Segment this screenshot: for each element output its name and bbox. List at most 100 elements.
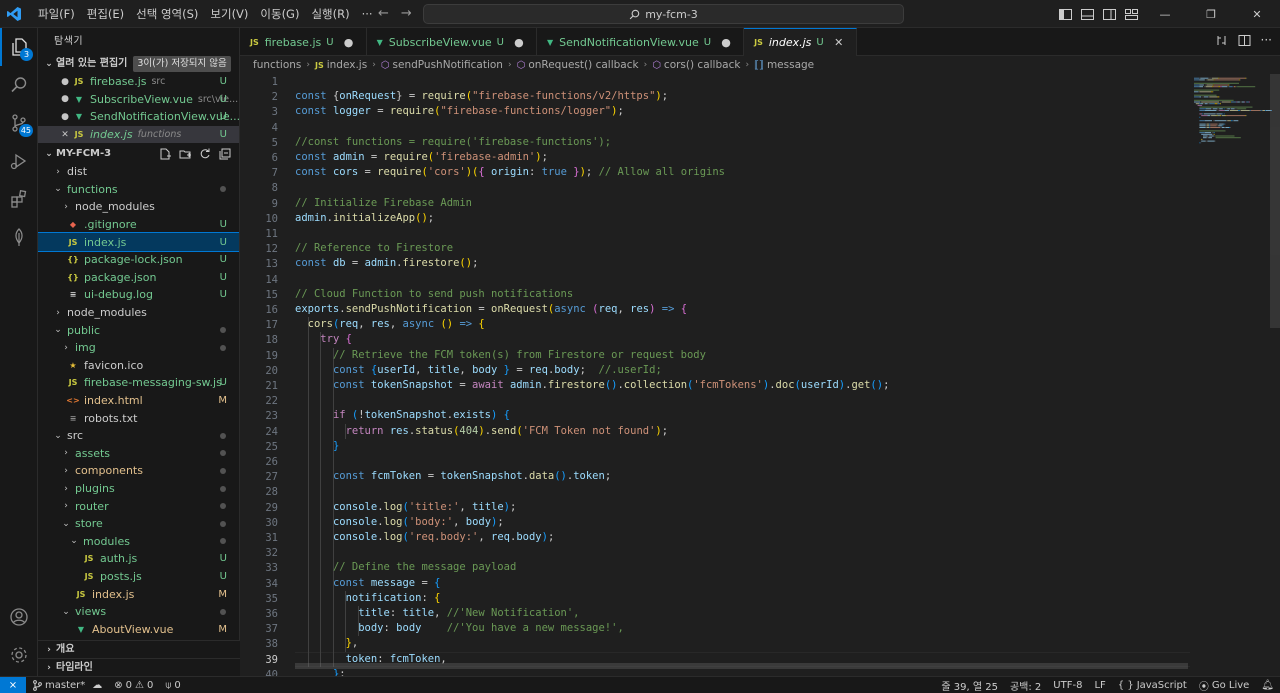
- toggle-panel-icon[interactable]: [1076, 0, 1098, 28]
- new-folder-icon[interactable]: [177, 145, 193, 163]
- tree-file[interactable]: <> index.html M: [38, 392, 239, 410]
- menu-selection[interactable]: 선택 영역(S): [130, 0, 204, 28]
- tree-file[interactable]: ≡ ui-debug.log U: [38, 286, 239, 304]
- tree-folder[interactable]: ⌄ modules: [38, 533, 239, 551]
- tree-file[interactable]: JS index.js M: [38, 585, 239, 603]
- breadcrumb-item[interactable]: functions: [253, 59, 301, 71]
- tree-folder[interactable]: › router: [38, 497, 239, 515]
- minimize-button[interactable]: —: [1142, 0, 1188, 28]
- timeline-section[interactable]: › 타임라인: [38, 658, 240, 676]
- tree-folder[interactable]: ⌄ src: [38, 427, 239, 445]
- minimap[interactable]: [1192, 74, 1279, 154]
- tree-file[interactable]: JS firebase-messaging-sw.js U: [38, 374, 239, 392]
- tree-folder[interactable]: ⌄ store: [38, 515, 239, 533]
- dirty-dot-icon[interactable]: ●: [58, 94, 72, 104]
- tree-folder[interactable]: › assets: [38, 445, 239, 463]
- toggle-primary-sidebar-icon[interactable]: [1054, 0, 1076, 28]
- open-editor-item[interactable]: ● JS firebase.js src U: [38, 73, 239, 91]
- outline-section[interactable]: › 개요: [38, 640, 240, 658]
- end-of-line[interactable]: LF: [1088, 680, 1111, 691]
- go-live-button[interactable]: ⦿ Go Live: [1193, 678, 1255, 693]
- search-activity[interactable]: [0, 66, 38, 104]
- editor-tab[interactable]: JS firebase.js U ●: [240, 28, 367, 56]
- menu-edit[interactable]: 편집(E): [81, 0, 130, 28]
- command-center[interactable]: my-fcm-3: [423, 4, 904, 24]
- close-icon[interactable]: ✕: [832, 36, 846, 49]
- open-editor-item[interactable]: ● ▼ SendNotificationView.vue... U: [38, 108, 239, 126]
- tree-file[interactable]: ▼ AboutView.vue M: [38, 621, 239, 639]
- tree-file[interactable]: JS index.js U: [38, 232, 239, 252]
- close-window-button[interactable]: ✕: [1234, 0, 1280, 28]
- close-icon[interactable]: ✕: [58, 130, 72, 140]
- open-editors-header[interactable]: ⌄ 열려 있는 편집기 3이(가) 저장되지 않음: [38, 55, 239, 73]
- ports-indicator[interactable]: ⍦ 0: [159, 680, 186, 691]
- tree-file[interactable]: {} package.json U: [38, 269, 239, 287]
- breadcrumb-item[interactable]: sendPushNotification: [393, 59, 503, 71]
- tree-file[interactable]: ★ favicon.ico: [38, 357, 239, 375]
- editor-tab[interactable]: ▼ SendNotificationView.vue U ●: [537, 28, 745, 56]
- problems-indicator[interactable]: ⊗ 0 ⚠ 0: [108, 680, 159, 691]
- breadcrumb-item[interactable]: index.js: [327, 59, 367, 71]
- compare-changes-icon[interactable]: [1215, 34, 1228, 50]
- project-header[interactable]: ⌄ MY-FCM-3: [38, 145, 239, 163]
- menu-view[interactable]: 보기(V): [204, 0, 254, 28]
- indentation[interactable]: 공백: 2: [1004, 678, 1047, 693]
- dirty-dot-icon[interactable]: ●: [719, 36, 733, 49]
- dirty-dot-icon[interactable]: ●: [342, 36, 356, 49]
- breadcrumb-item[interactable]: cors() callback: [664, 59, 741, 71]
- tree-folder[interactable]: ⌄ public: [38, 321, 239, 339]
- tree-file[interactable]: ◆ .gitignore U: [38, 216, 239, 234]
- scrollbar-thumb[interactable]: [1270, 74, 1280, 328]
- dirty-dot-icon[interactable]: ●: [58, 112, 72, 122]
- explorer-activity[interactable]: 3: [0, 28, 38, 66]
- open-editor-item[interactable]: ● ▼ SubscribeView.vue src\vie... U: [38, 91, 239, 109]
- run-debug-activity[interactable]: [0, 142, 38, 180]
- cursor-position[interactable]: 줄 39, 열 25: [935, 678, 1004, 693]
- menu-file[interactable]: 파일(F): [32, 0, 81, 28]
- forward-arrow-icon[interactable]: →: [401, 6, 412, 21]
- split-editor-icon[interactable]: [1238, 34, 1251, 50]
- back-arrow-icon[interactable]: ←: [378, 6, 389, 21]
- notifications-button[interactable]: 🔔︎: [1255, 680, 1280, 691]
- accounts-activity[interactable]: [0, 598, 38, 636]
- dirty-dot-icon[interactable]: ●: [58, 77, 72, 87]
- tree-folder[interactable]: ⌄ functions: [38, 181, 239, 199]
- refresh-icon[interactable]: [197, 145, 213, 163]
- menu-run[interactable]: 실행(R): [305, 0, 355, 28]
- editor-tab[interactable]: JS index.js U ✕: [744, 28, 857, 56]
- menu-go[interactable]: 이동(G): [254, 0, 305, 28]
- menu-more[interactable]: ···: [356, 0, 379, 28]
- mongodb-activity[interactable]: [0, 218, 38, 256]
- breadcrumb-item[interactable]: onRequest() callback: [528, 59, 638, 71]
- customize-layout-icon[interactable]: [1120, 0, 1142, 28]
- tree-folder[interactable]: › dist: [38, 163, 239, 181]
- editor-tab[interactable]: ▼ SubscribeView.vue U ●: [367, 28, 537, 56]
- tree-folder[interactable]: › components: [38, 462, 239, 480]
- new-file-icon[interactable]: [157, 145, 173, 163]
- extensions-activity[interactable]: [0, 180, 38, 218]
- collapse-all-icon[interactable]: [217, 145, 233, 163]
- tree-file[interactable]: JS auth.js U: [38, 550, 239, 568]
- more-actions-icon[interactable]: ···: [1261, 34, 1272, 50]
- dirty-dot-icon[interactable]: ●: [512, 36, 526, 49]
- remote-indicator[interactable]: ⨯: [0, 676, 26, 693]
- tree-folder[interactable]: › node_modules: [38, 198, 239, 216]
- breadcrumb-item[interactable]: message: [767, 59, 814, 71]
- encoding[interactable]: UTF-8: [1047, 680, 1088, 691]
- tree-folder[interactable]: › plugins: [38, 480, 239, 498]
- toggle-secondary-sidebar-icon[interactable]: [1098, 0, 1120, 28]
- tree-file[interactable]: JS posts.js U: [38, 568, 239, 586]
- tree-folder[interactable]: › node_modules: [38, 304, 239, 322]
- tree-folder[interactable]: ⌄ views: [38, 603, 239, 621]
- tree-folder[interactable]: › img: [38, 339, 239, 357]
- horizontal-scrollbar[interactable]: [295, 663, 1188, 669]
- restore-button[interactable]: ❐: [1188, 0, 1234, 28]
- branch-indicator[interactable]: master* ☁: [26, 680, 108, 691]
- tree-file[interactable]: {} package-lock.json U: [38, 251, 239, 269]
- vertical-scrollbar[interactable]: [1268, 74, 1280, 676]
- settings-activity[interactable]: [0, 636, 38, 674]
- language-mode[interactable]: { } JavaScript: [1112, 680, 1193, 691]
- tree-file[interactable]: ≡ robots.txt: [38, 409, 239, 427]
- code-editor[interactable]: 1 2 3 4 5 6 7 8 9 10 11 12 13 14 15 16 17 18 19 20 21 22 23 24 2…: [240, 74, 1280, 676]
- source-control-activity[interactable]: 45: [0, 104, 38, 142]
